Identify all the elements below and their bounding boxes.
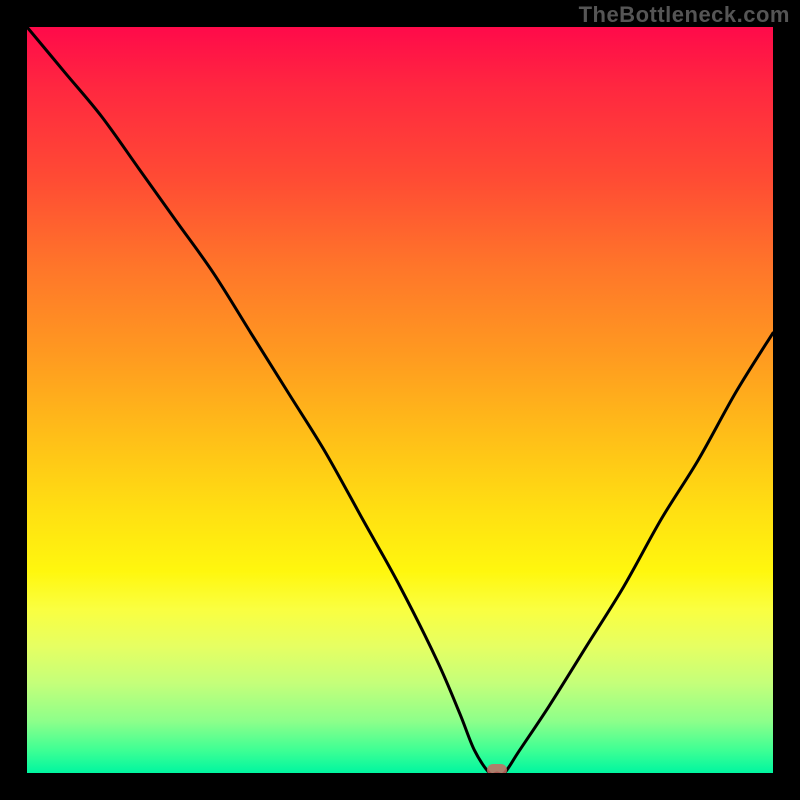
chart-frame: TheBottleneck.com (0, 0, 800, 800)
optimal-marker (487, 764, 507, 773)
plot-area (27, 27, 773, 773)
bottleneck-curve (27, 27, 773, 773)
watermark-text: TheBottleneck.com (579, 2, 790, 28)
